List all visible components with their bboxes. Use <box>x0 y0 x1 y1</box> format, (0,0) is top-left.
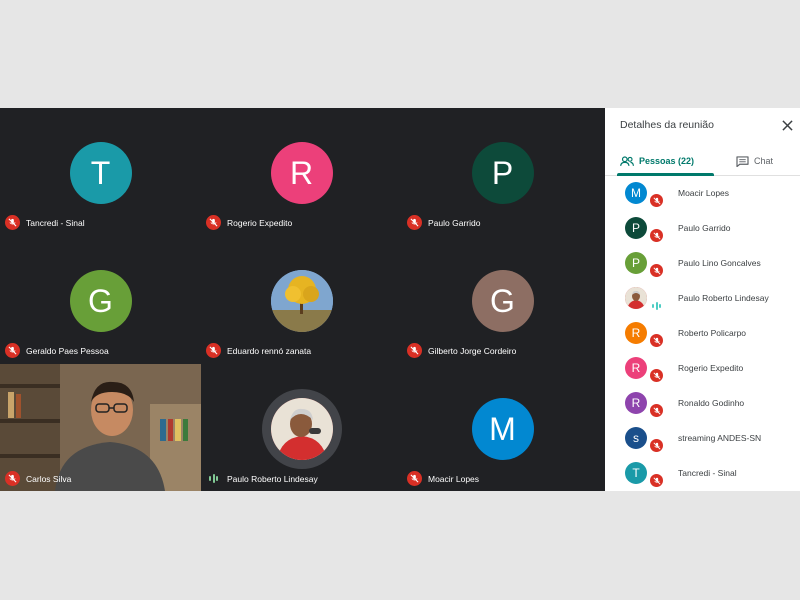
mic-off-icon <box>649 368 664 383</box>
avatar: T <box>625 462 647 484</box>
audio-level-icon <box>649 298 664 313</box>
participant-name: Paulo Garrido <box>678 223 731 233</box>
avatar: P <box>625 217 647 239</box>
avatar: G <box>69 270 132 332</box>
participant-name: Geraldo Paes Pessoa <box>26 345 109 356</box>
mic-off-icon <box>649 333 664 348</box>
participant-tile-speaking[interactable]: Paulo Roberto Lindesay <box>201 364 402 491</box>
meeting-details-panel: Detalhes da reunião Pessoas (22) Chat M … <box>605 108 800 491</box>
mic-off-icon <box>649 193 664 208</box>
avatar: P <box>625 252 647 274</box>
participant-tile[interactable]: G Geraldo Paes Pessoa <box>0 236 201 363</box>
close-panel-button[interactable] <box>780 118 794 132</box>
tab-people[interactable]: Pessoas (22) <box>620 146 694 176</box>
list-item[interactable]: M Moacir Lopes <box>605 177 800 212</box>
mic-off-icon <box>649 228 664 243</box>
mic-off-icon <box>649 438 664 453</box>
participant-name: Eduardo rennó zanata <box>227 345 312 356</box>
avatar-photo <box>625 287 647 309</box>
participant-name: streaming ANDES-SN <box>678 433 762 443</box>
avatar: R <box>625 322 647 344</box>
participant-name: Tancredi - Sinal <box>26 217 85 228</box>
avatar: G <box>471 270 534 332</box>
participant-name: Roberto Policarpo <box>678 328 747 338</box>
list-item[interactable]: R Roberto Policarpo <box>605 317 800 352</box>
participant-tile[interactable]: M Moacir Lopes <box>402 364 603 491</box>
meeting-window: T Tancredi - Sinal R Rogerio Expedito P … <box>0 108 800 491</box>
video-grid: T Tancredi - Sinal R Rogerio Expedito P … <box>0 108 605 491</box>
mic-off-icon <box>407 215 422 230</box>
participant-name: Moacir Lopes <box>678 188 730 198</box>
list-item[interactable]: P Paulo Garrido <box>605 212 800 247</box>
mic-off-icon <box>5 343 20 358</box>
audio-level-icon <box>206 471 221 486</box>
chat-icon <box>736 155 749 167</box>
participant-tile[interactable]: R Rogerio Expedito <box>201 108 402 235</box>
tab-chat-label: Chat <box>754 156 774 166</box>
tab-chat[interactable]: Chat <box>736 146 773 176</box>
active-tab-indicator <box>617 173 714 176</box>
participant-name: Gilberto Jorge Cordeiro <box>428 345 517 356</box>
mic-off-icon <box>407 471 422 486</box>
participant-list[interactable]: M Moacir Lopes P Paulo Garrido P Paulo L… <box>605 177 800 491</box>
avatar: M <box>625 182 647 204</box>
avatar: P <box>471 142 534 204</box>
participant-name: Rogerio Expedito <box>227 217 293 228</box>
participant-name: Paulo Roberto Lindesay <box>227 473 318 484</box>
list-item[interactable]: R Ronaldo Godinho <box>605 387 800 422</box>
mic-off-icon <box>407 343 422 358</box>
people-icon <box>620 155 634 166</box>
panel-title: Detalhes da reunião <box>620 119 714 131</box>
participant-tile[interactable]: G Gilberto Jorge Cordeiro <box>402 236 603 363</box>
participant-name: Ronaldo Godinho <box>678 398 745 408</box>
mic-off-icon <box>649 403 664 418</box>
mic-off-icon <box>649 263 664 278</box>
mic-off-icon <box>206 343 221 358</box>
participant-name: Paulo Garrido <box>428 217 481 228</box>
mic-off-icon <box>206 215 221 230</box>
list-item[interactable]: s streaming ANDES-SN <box>605 422 800 457</box>
panel-tabs: Pessoas (22) Chat <box>605 146 800 176</box>
camera-video-tile[interactable]: Carlos Silva <box>0 364 201 491</box>
participant-name: Rogerio Expedito <box>678 363 744 373</box>
participant-name: Paulo Lino Goncalves <box>678 258 761 268</box>
participant-tile[interactable]: T Tancredi - Sinal <box>0 108 201 235</box>
participant-name: Moacir Lopes <box>428 473 480 484</box>
close-icon <box>781 119 793 131</box>
mic-off-icon <box>5 215 20 230</box>
avatar: R <box>625 392 647 414</box>
participant-name: Paulo Roberto Lindesay <box>678 293 769 303</box>
participant-name: Tancredi - Sinal <box>678 468 737 478</box>
list-item[interactable]: R Rogerio Expedito <box>605 352 800 387</box>
avatar: R <box>270 142 333 204</box>
avatar-photo <box>270 398 333 460</box>
mic-off-icon <box>649 473 664 488</box>
avatar-photo <box>270 270 333 332</box>
list-item[interactable]: Paulo Roberto Lindesay <box>605 282 800 317</box>
avatar: s <box>625 427 647 449</box>
avatar: R <box>625 357 647 379</box>
avatar: M <box>471 398 534 460</box>
list-item[interactable]: P Paulo Lino Goncalves <box>605 247 800 282</box>
mic-off-icon <box>5 471 20 486</box>
list-item[interactable]: T Tancredi - Sinal <box>605 457 800 491</box>
participant-name: Carlos Silva <box>26 473 72 484</box>
avatar: T <box>69 142 132 204</box>
tab-people-label: Pessoas (22) <box>639 156 695 166</box>
participant-tile[interactable]: Eduardo rennó zanata <box>201 236 402 363</box>
participant-tile[interactable]: P Paulo Garrido <box>402 108 603 235</box>
